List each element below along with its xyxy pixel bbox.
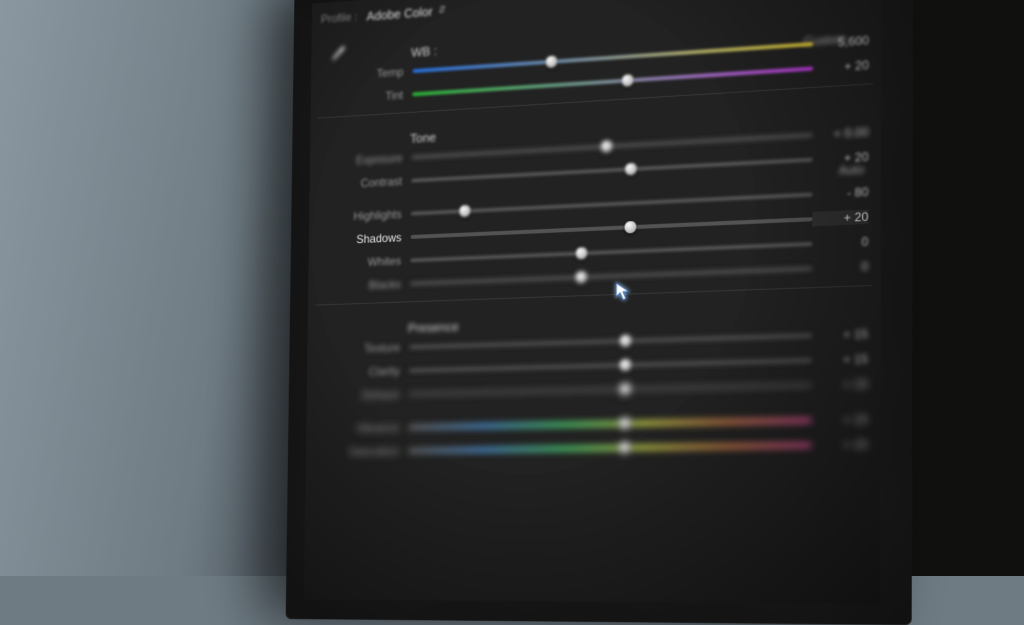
monitor-bezel: Color Black & White Profile : Adobe Colo… [286, 0, 914, 625]
knob-texture[interactable] [619, 335, 631, 347]
profile-label: Profile : [321, 10, 358, 26]
label-tint: Tint [316, 88, 412, 108]
value-dehaze[interactable]: + 15 [812, 377, 868, 393]
value-highlights[interactable]: - 80 [812, 185, 868, 202]
label-shadows: Shadows [314, 230, 411, 248]
label-highlights: Highlights [314, 207, 411, 225]
label-clarity: Clarity [312, 364, 409, 380]
label-texture: Texture [313, 340, 410, 356]
label-exposure: Exposure [315, 151, 412, 170]
value-exposure[interactable]: + 0.00 [813, 125, 869, 143]
label-whites: Whites [314, 254, 411, 272]
value-whites[interactable]: 0 [812, 234, 868, 251]
knob-saturation[interactable] [618, 442, 630, 454]
label-contrast: Contrast [315, 174, 412, 193]
knob-highlights[interactable] [459, 205, 470, 217]
knob-dehaze[interactable] [619, 383, 631, 395]
value-clarity[interactable]: + 15 [812, 352, 868, 368]
knob-tint[interactable] [621, 74, 633, 87]
label-blacks: Blacks [314, 277, 411, 294]
value-blacks[interactable]: 0 [812, 259, 868, 276]
value-saturation[interactable]: + 15 [811, 437, 867, 452]
value-shadows[interactable]: + 20 [812, 209, 868, 226]
label-saturation: Saturation [311, 444, 408, 459]
develop-panel: Color Black & White Profile : Adobe Colo… [304, 0, 882, 604]
knob-exposure[interactable] [601, 140, 613, 153]
chevron-updown-icon[interactable]: ⇵ [438, 4, 446, 15]
knob-blacks[interactable] [576, 271, 588, 283]
knob-clarity[interactable] [619, 359, 631, 371]
knob-whites[interactable] [576, 247, 588, 259]
label-temp: Temp [316, 64, 412, 84]
label-vibrance: Vibrance [312, 421, 409, 436]
profile-value[interactable]: Adobe Color [366, 4, 432, 23]
knob-temp[interactable] [546, 55, 558, 68]
label-dehaze: Dehaze [312, 387, 409, 403]
value-contrast[interactable]: + 20 [813, 149, 869, 166]
slider-saturation[interactable] [408, 433, 811, 463]
value-temp[interactable]: 5,600 [813, 33, 869, 51]
knob-shadows[interactable] [624, 221, 636, 234]
value-texture[interactable]: + 15 [812, 327, 868, 343]
value-tint[interactable]: + 20 [813, 58, 869, 76]
knob-vibrance[interactable] [619, 417, 631, 429]
value-vibrance[interactable]: + 15 [812, 412, 868, 428]
knob-contrast[interactable] [625, 163, 637, 176]
